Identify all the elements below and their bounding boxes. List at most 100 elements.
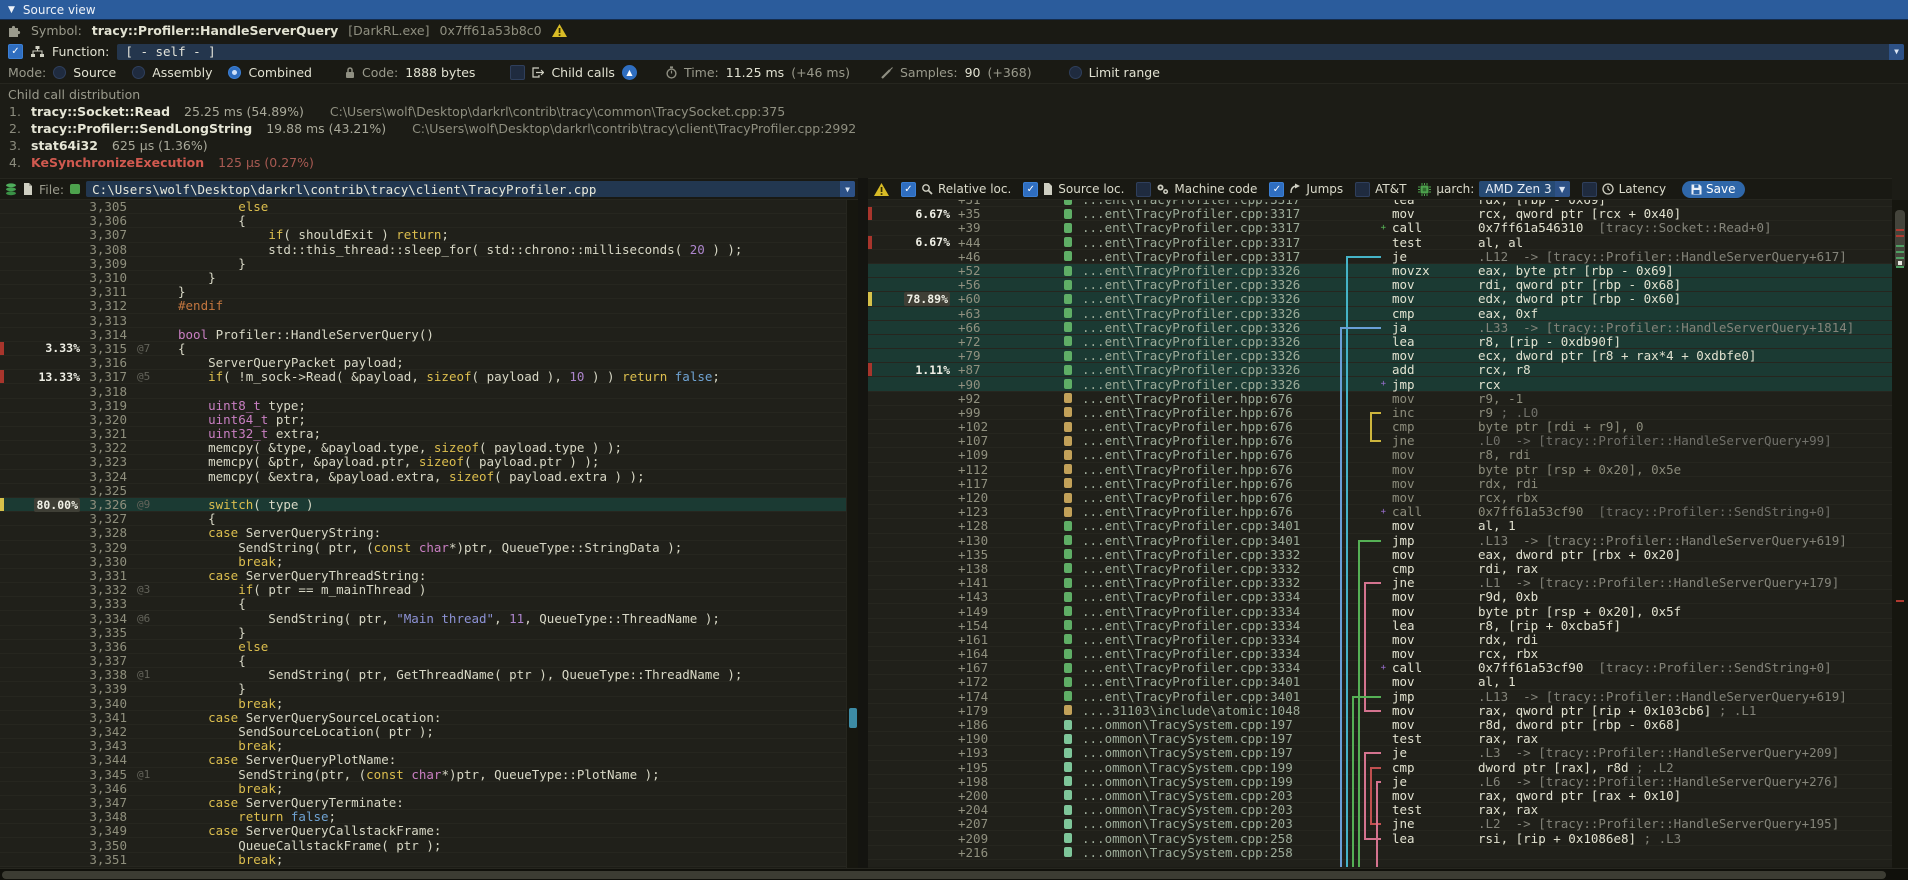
source-row[interactable]: 3,319 uint8_t type; [0, 399, 846, 413]
asm-row[interactable]: +216...ommon\TracySystem.cpp:258 [868, 846, 1892, 860]
jumps-checkbox[interactable] [1269, 182, 1284, 197]
asm-row[interactable]: 78.89%+60...ent\TracyProfiler.cpp:3326mo… [868, 292, 1892, 306]
source-row[interactable]: 3,318 [0, 384, 846, 398]
asm-row[interactable]: +112...ent\TracyProfiler.hpp:676movbyte … [868, 463, 1892, 477]
asm-row[interactable]: +52...ent\TracyProfiler.cpp:3326movzxeax… [868, 264, 1892, 278]
child-call-row[interactable]: 3.stat64i32625 µs (1.36%) [0, 137, 1908, 154]
save-button[interactable]: Save [1682, 181, 1744, 198]
source-row[interactable]: 3,339 } [0, 682, 846, 696]
function-checkbox[interactable] [8, 44, 23, 59]
mode-option-assembly[interactable]: Assembly [152, 65, 212, 80]
child-call-row[interactable]: 1.tracy::Socket::Read25.25 ms (54.89%)C:… [0, 103, 1908, 120]
file-select[interactable]: C:\Users\wolf\Desktop\darkrl\contrib\tra… [86, 181, 855, 197]
asm-row[interactable]: +172...ent\TracyProfiler.cpp:3401moval, … [868, 675, 1892, 689]
relative-loc-label[interactable]: Relative loc. [938, 182, 1011, 196]
asm-row[interactable]: 6.67%+44...ent\TracyProfiler.cpp:3317tes… [868, 236, 1892, 250]
source-row[interactable]: 3,332@3 if( ptr == m_mainThread ) [0, 583, 846, 597]
asm-row[interactable]: +56...ent\TracyProfiler.cpp:3326movrdi, … [868, 278, 1892, 292]
latency-checkbox[interactable] [1582, 182, 1597, 197]
source-row[interactable]: 3,308 std::this_thread::sleep_for( std::… [0, 243, 846, 257]
limit-range-checkbox[interactable] [1069, 66, 1082, 79]
asm-row[interactable]: +200...ommon\TracySystem.cpp:203movrax, … [868, 789, 1892, 803]
source-row[interactable]: 3,347 case ServerQueryTerminate: [0, 796, 846, 810]
source-row[interactable]: 3,313 [0, 314, 846, 328]
assembly-scrollbar-thumb[interactable] [1895, 210, 1905, 268]
asm-row[interactable]: +102...ent\TracyProfiler.hpp:676cmpbyte … [868, 420, 1892, 434]
asm-row[interactable]: +135...ent\TracyProfiler.cpp:3332moveax,… [868, 548, 1892, 562]
asm-row[interactable]: +167...ent\TracyProfiler.cpp:3334+call0x… [868, 661, 1892, 675]
panel-divider[interactable] [858, 178, 868, 868]
source-row[interactable]: 3,336 else [0, 640, 846, 654]
source-row[interactable]: 3,340 break; [0, 697, 846, 711]
mode-radio-combined[interactable] [228, 66, 241, 79]
mode-option-combined[interactable]: Combined [248, 65, 312, 80]
collapse-icon[interactable]: ▼ [8, 5, 15, 15]
asm-row[interactable]: +154...ent\TracyProfiler.cpp:3334lear8, … [868, 619, 1892, 633]
asm-row[interactable]: +204...ommon\TracySystem.cpp:203testrax,… [868, 803, 1892, 817]
asm-row[interactable]: +120...ent\TracyProfiler.hpp:676movrcx, … [868, 491, 1892, 505]
source-row[interactable]: 3,333 { [0, 597, 846, 611]
source-row[interactable]: 3,306 { [0, 214, 846, 228]
source-scrollbar-thumb[interactable] [849, 708, 857, 728]
mode-option-source[interactable]: Source [73, 65, 116, 80]
asm-row[interactable]: +186...ommon\TracySystem.cpp:197movr8d, … [868, 718, 1892, 732]
att-label[interactable]: AT&T [1375, 182, 1406, 196]
source-row[interactable]: 3,343 break; [0, 739, 846, 753]
assembly-panel[interactable]: +31...ent\TracyProfiler.cpp:3317leardx, … [868, 200, 1892, 867]
chevron-down-icon[interactable]: ▼ [1889, 44, 1904, 60]
asm-row[interactable]: +72...ent\TracyProfiler.cpp:3326lear8, [… [868, 335, 1892, 349]
function-select[interactable]: [ - self - ] ▼ [117, 44, 1904, 60]
source-row[interactable]: 3,320 uint64_t ptr; [0, 413, 846, 427]
source-row[interactable]: 3,307 if( shouldExit ) return; [0, 228, 846, 242]
source-row[interactable]: 3,337 { [0, 654, 846, 668]
asm-row[interactable]: +92...ent\TracyProfiler.hpp:676movr9, -1 [868, 392, 1892, 406]
source-row[interactable]: 3,341 case ServerQuerySourceLocation: [0, 711, 846, 725]
asm-row[interactable]: +63...ent\TracyProfiler.cpp:3326cmpeax, … [868, 307, 1892, 321]
source-vertical-scrollbar[interactable] [846, 200, 858, 868]
source-row[interactable]: 3,311} [0, 285, 846, 299]
assembly-vertical-scrollbar[interactable] [1892, 200, 1908, 868]
source-row[interactable]: 3,348 return false; [0, 810, 846, 824]
att-checkbox[interactable] [1355, 182, 1370, 197]
horizontal-scrollbar-thumb[interactable] [2, 871, 1886, 879]
source-row[interactable]: 3,312#endif [0, 299, 846, 313]
source-row[interactable]: 80.00%3,326@9 switch( type ) [0, 498, 846, 512]
asm-row[interactable]: 6.67%+35...ent\TracyProfiler.cpp:3317mov… [868, 207, 1892, 221]
source-row[interactable]: 3,309 } [0, 257, 846, 271]
source-row[interactable]: 3,350 QueueCallstackFrame( ptr ); [0, 838, 846, 852]
chevron-down-icon[interactable]: ▼ [840, 181, 855, 197]
child-calls-checkbox[interactable] [510, 65, 525, 80]
mode-radio-assembly[interactable] [132, 66, 145, 79]
source-row[interactable]: 3,346 break; [0, 782, 846, 796]
window-titlebar[interactable]: ▼ Source view [0, 0, 1908, 20]
source-row[interactable]: 3,323 memcpy( &ptr, &payload.ptr, sizeof… [0, 455, 846, 469]
latency-label[interactable]: Latency [1619, 182, 1666, 196]
source-row[interactable]: 3,345@1 SendString(ptr, (const char*)ptr… [0, 768, 846, 782]
uarch-select[interactable]: AMD Zen 3 ▼ [1479, 181, 1569, 197]
relative-loc-checkbox[interactable] [901, 182, 916, 197]
asm-row[interactable]: +143...ent\TracyProfiler.cpp:3334movr9d,… [868, 590, 1892, 604]
source-row[interactable]: 3,314bool Profiler::HandleServerQuery() [0, 328, 846, 342]
asm-row[interactable]: +39...ent\TracyProfiler.cpp:3317+call0x7… [868, 221, 1892, 235]
source-row[interactable]: 3,324 memcpy( &extra, &payload.extra, si… [0, 470, 846, 484]
source-row[interactable]: 3,321 uint32_t extra; [0, 427, 846, 441]
source-code-panel[interactable]: 3,305 else3,306 {3,307 if( shouldExit ) … [0, 200, 846, 867]
machine-code-checkbox[interactable] [1136, 182, 1151, 197]
source-row[interactable]: 3.33%3,315@7{ [0, 342, 846, 356]
source-row[interactable]: 3,322 memcpy( &type, &payload.type, size… [0, 441, 846, 455]
source-row[interactable]: 3,335 } [0, 626, 846, 640]
source-row[interactable]: 3,338@1 SendString( ptr, GetThreadName( … [0, 668, 846, 682]
asm-row[interactable]: +164...ent\TracyProfiler.cpp:3334movrcx,… [868, 647, 1892, 661]
asm-row[interactable]: +190...ommon\TracySystem.cpp:197testrax,… [868, 732, 1892, 746]
collapse-child-calls-button[interactable]: ▲ [622, 65, 637, 80]
source-row[interactable]: 3,331 case ServerQueryThreadString: [0, 569, 846, 583]
source-loc-label[interactable]: Source loc. [1058, 182, 1124, 196]
mode-radio-source[interactable] [53, 66, 66, 79]
source-row[interactable]: 3,327 { [0, 512, 846, 526]
jumps-label[interactable]: Jumps [1306, 182, 1343, 196]
asm-row[interactable]: 1.11%+87...ent\TracyProfiler.cpp:3326add… [868, 363, 1892, 377]
source-row[interactable]: 3,334@6 SendString( ptr, "Main thread", … [0, 611, 846, 625]
asm-row[interactable]: +149...ent\TracyProfiler.cpp:3334movbyte… [868, 604, 1892, 618]
source-row[interactable]: 3,344 case ServerQueryPlotName: [0, 753, 846, 767]
child-calls-label[interactable]: Child calls [551, 65, 615, 80]
